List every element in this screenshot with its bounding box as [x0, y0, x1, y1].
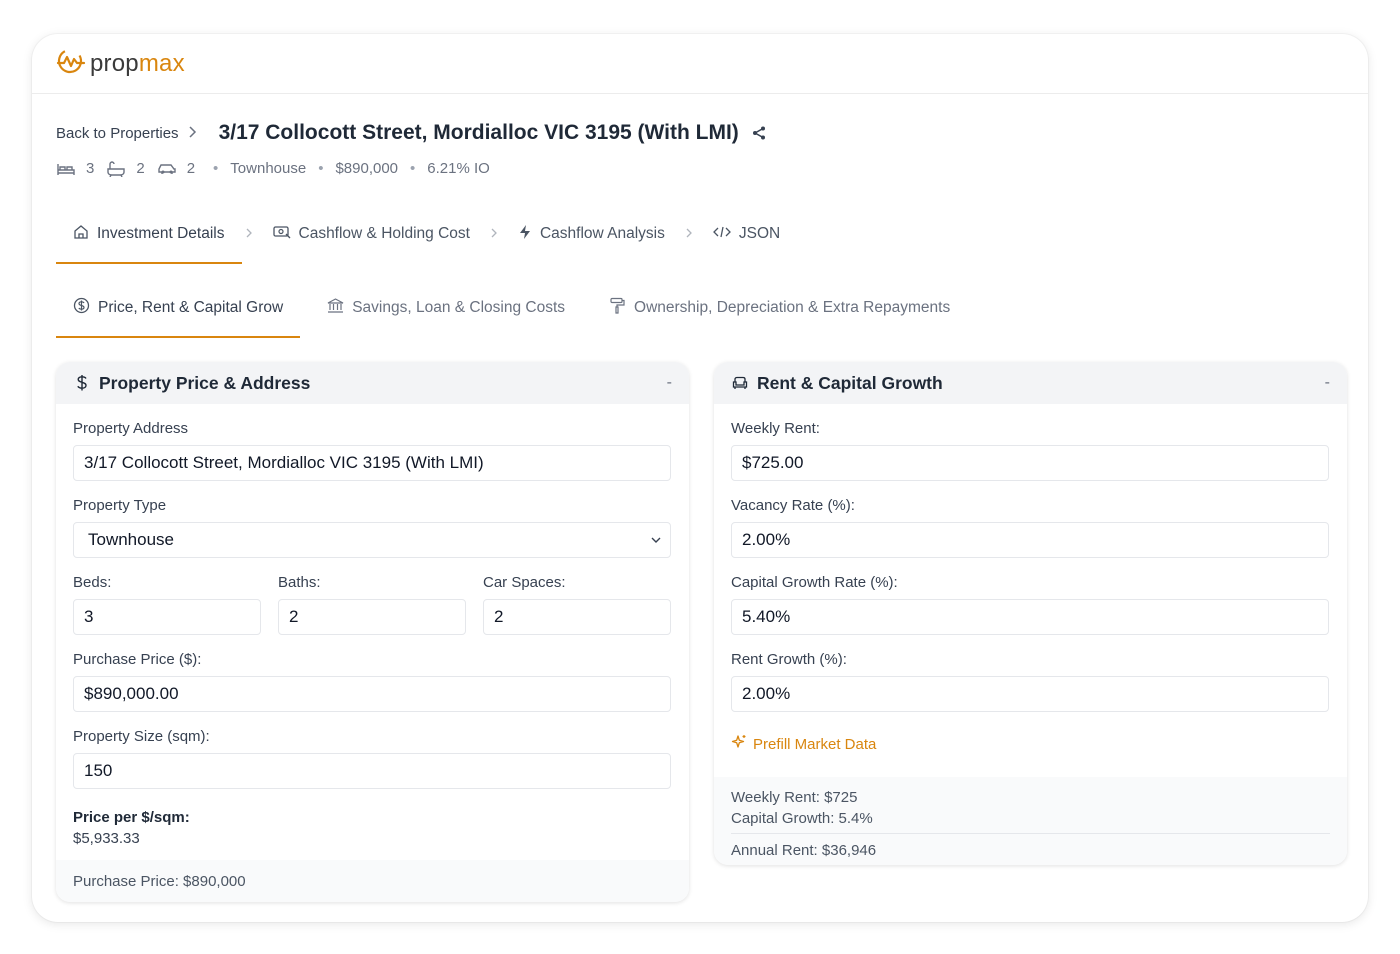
tab-json[interactable]: JSON — [696, 212, 797, 256]
property-meta: 3 2 2 • Townhouse • $890,000 • 6.21% IO — [56, 160, 490, 177]
back-to-properties-link[interactable]: Back to Properties — [56, 125, 197, 142]
annual-rent-summary: Annual Rent: $36,946 — [731, 842, 877, 859]
beds-count: 3 — [86, 160, 95, 177]
meta-separator: • — [410, 160, 416, 177]
chevron-down-icon — [650, 536, 662, 544]
baths-count: 2 — [136, 160, 145, 177]
price-per-sqm-value: $5,933.33 — [73, 830, 140, 847]
code-icon — [712, 225, 731, 244]
beds-input[interactable]: 3 — [73, 599, 261, 635]
footer-divider — [731, 833, 1330, 834]
bolt-icon — [518, 224, 532, 245]
brand-name: propmax — [90, 49, 185, 77]
paint-roller-icon — [609, 297, 626, 319]
sofa-icon — [731, 376, 749, 390]
car-spaces-label: Car Spaces: — [483, 574, 566, 591]
chevron-right-icon — [187, 125, 197, 141]
propmax-logo-icon — [56, 48, 86, 79]
property-type-label: Property Type — [73, 497, 167, 514]
app-window: propmax Back to Properties 3/17 Collocot… — [32, 34, 1368, 922]
vacancy-rate-label: Vacancy Rate (%): — [731, 497, 855, 514]
rent-growth-input[interactable]: 2.00% — [731, 676, 1329, 712]
weekly-rent-label: Weekly Rent: — [731, 420, 820, 437]
brand-logo[interactable]: propmax — [56, 48, 185, 79]
chevron-right-icon — [490, 226, 498, 242]
weekly-rent-input[interactable]: $725.00 — [731, 445, 1329, 481]
card-footer: Purchase Price: $890,000 — [56, 860, 689, 902]
card-footer: Weekly Rent: $725 Capital Growth: 5.4% A… — [714, 777, 1347, 865]
property-size-input[interactable]: 150 — [73, 753, 671, 789]
card-header: Property Price & Address - — [56, 362, 689, 404]
card-title: Property Price & Address — [99, 372, 311, 393]
property-price: $890,000 — [335, 160, 399, 177]
baths-input[interactable]: 2 — [278, 599, 466, 635]
cars-count: 2 — [186, 160, 196, 177]
collapse-button[interactable]: - — [1325, 374, 1330, 392]
purchase-price-label: Purchase Price ($): — [73, 651, 202, 668]
vacancy-rate-input[interactable]: 2.00% — [731, 522, 1329, 558]
tab-cashflow-analysis[interactable]: Cashflow Analysis — [501, 212, 682, 256]
tab-investment-details[interactable]: Investment Details — [56, 212, 242, 264]
capital-growth-summary: Capital Growth: 5.4% — [731, 810, 873, 827]
sub-tabs: Price, Rent & Capital Grow Savings, Loan… — [56, 286, 977, 338]
property-price-address-card: Property Price & Address - Property Addr… — [56, 362, 689, 902]
purchase-price-input[interactable]: $890,000.00 — [73, 676, 671, 712]
page-header: Back to Properties 3/17 Collocott Street… — [56, 118, 767, 148]
property-type: Townhouse — [230, 160, 307, 177]
weekly-rent-summary: Weekly Rent: $725 — [731, 789, 858, 806]
dollar-circle-icon — [73, 297, 90, 319]
rent-capital-growth-card: Rent & Capital Growth - Weekly Rent: $72… — [714, 362, 1347, 865]
meta-separator: • — [318, 160, 324, 177]
bed-icon — [56, 161, 76, 177]
bath-icon — [106, 160, 126, 177]
property-type-select[interactable]: Townhouse — [73, 522, 671, 558]
subtab-savings-loan-closing[interactable]: Savings, Loan & Closing Costs — [310, 286, 582, 330]
address-label: Property Address — [73, 420, 189, 437]
tab-cashflow-holding-cost[interactable]: Cashflow & Holding Cost — [256, 212, 487, 256]
main-tabs: Investment Details Cashflow & Holding Co… — [56, 212, 797, 264]
property-size-label: Property Size (sqm): — [73, 728, 210, 745]
capital-growth-input[interactable]: 5.40% — [731, 599, 1329, 635]
bank-icon — [327, 297, 344, 319]
chevron-right-icon — [685, 226, 693, 242]
purchase-price-summary: Purchase Price: $890,000 — [73, 872, 246, 890]
top-bar: propmax — [32, 34, 1368, 94]
page-title: 3/17 Collocott Street, Mordialloc VIC 31… — [218, 121, 739, 144]
prefill-market-data-button[interactable]: Prefill Market Data — [731, 734, 1330, 754]
collapse-button[interactable]: - — [667, 374, 672, 392]
beds-label: Beds: — [73, 574, 112, 591]
cash-icon — [272, 224, 291, 245]
dollar-icon — [73, 374, 91, 392]
card-title: Rent & Capital Growth — [757, 372, 943, 393]
baths-label: Baths: — [278, 574, 321, 591]
rent-growth-label: Rent Growth (%): — [731, 651, 847, 668]
price-per-sqm-label: Price per $/sqm: — [73, 809, 190, 826]
subtab-ownership-depreciation[interactable]: Ownership, Depreciation & Extra Repaymen… — [592, 286, 967, 330]
car-icon — [157, 161, 177, 177]
interest-rate: 6.21% IO — [427, 160, 490, 177]
sparkle-icon — [731, 734, 747, 754]
share-icon[interactable] — [751, 125, 767, 141]
card-header: Rent & Capital Growth - — [714, 362, 1347, 404]
capital-growth-label: Capital Growth Rate (%): — [731, 574, 898, 591]
meta-separator: • — [213, 160, 219, 177]
car-spaces-input[interactable]: 2 — [483, 599, 671, 635]
address-input[interactable]: 3/17 Collocott Street, Mordialloc VIC 31… — [73, 445, 671, 481]
subtab-price-rent-capital[interactable]: Price, Rent & Capital Grow — [56, 286, 301, 338]
chevron-right-icon — [245, 226, 253, 242]
home-icon — [73, 224, 89, 245]
